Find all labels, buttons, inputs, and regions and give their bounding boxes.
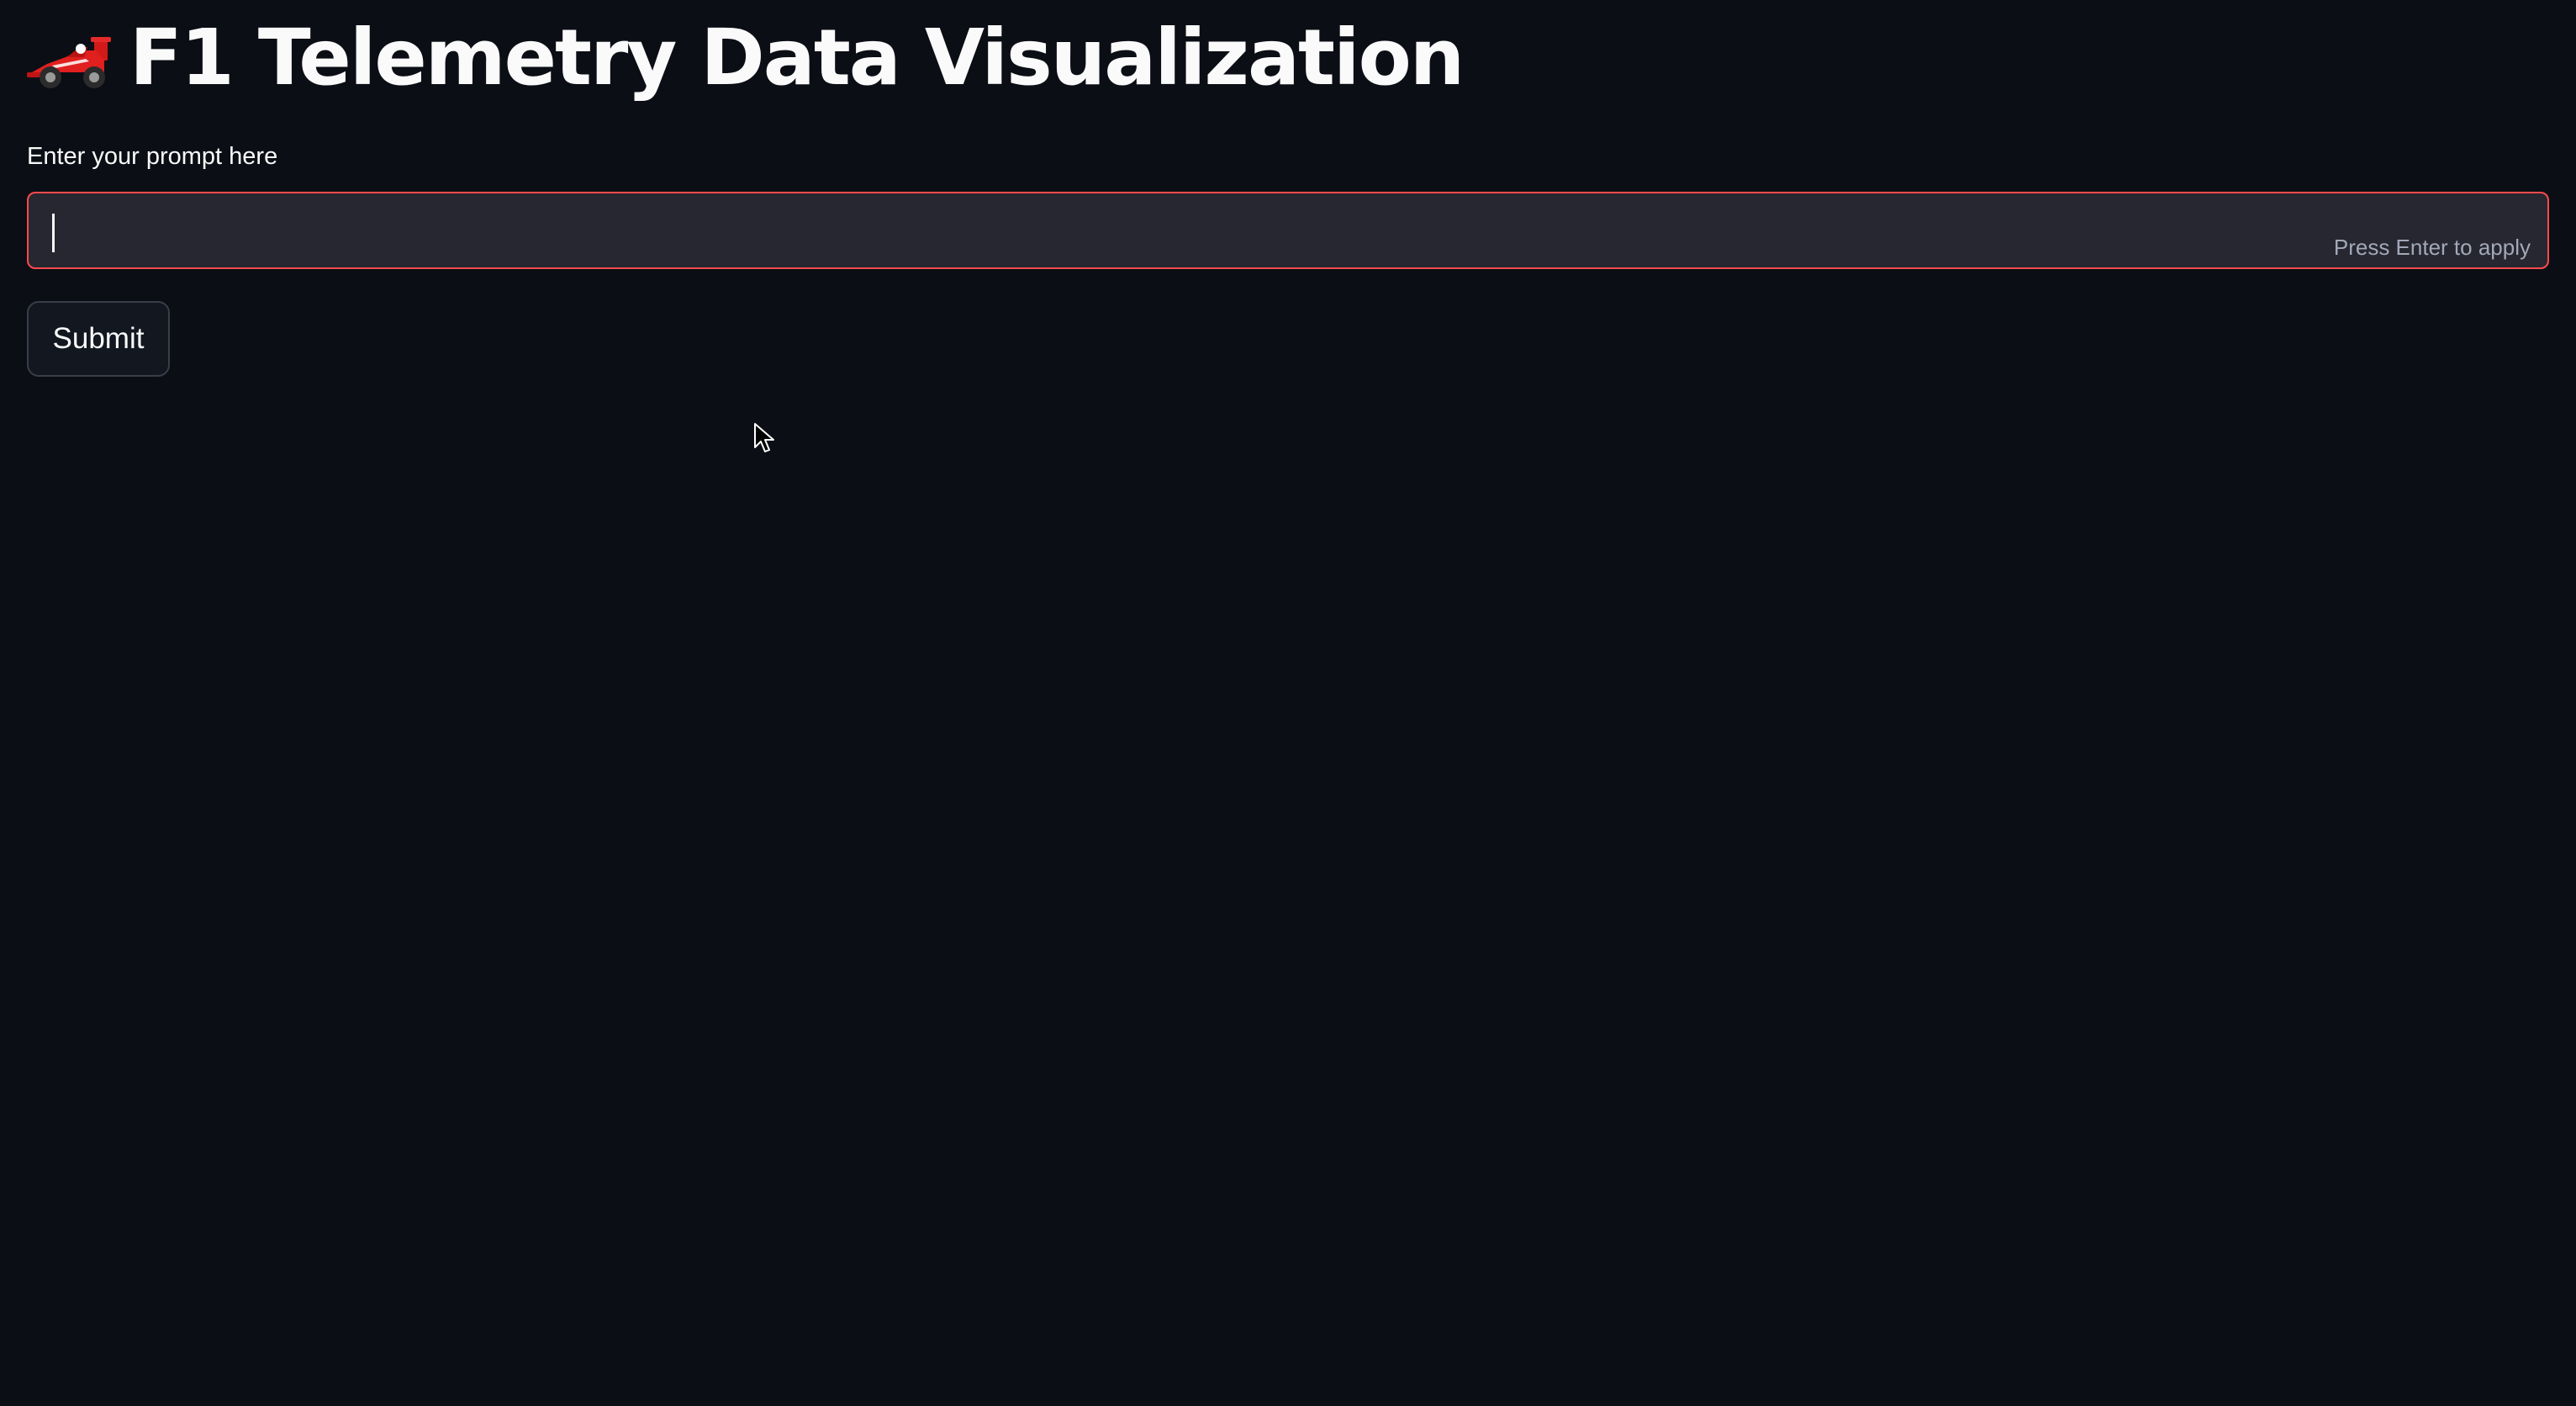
prompt-input[interactable] [29, 193, 2547, 267]
submit-button[interactable]: Submit [27, 301, 170, 377]
prompt-field[interactable]: Press Enter to apply [27, 192, 2549, 269]
enter-hint: Press Enter to apply [2333, 235, 2531, 260]
app-root: F1 Telemetry Data Visualization Enter yo… [0, 0, 2576, 1406]
text-caret [52, 214, 55, 252]
title-row: F1 Telemetry Data Visualization [27, 12, 1465, 104]
prompt-label: Enter your prompt here [27, 143, 278, 170]
mouse-pointer-icon [754, 423, 774, 452]
racing-car-icon [27, 37, 111, 88]
page-title: F1 Telemetry Data Visualization [129, 13, 1465, 103]
